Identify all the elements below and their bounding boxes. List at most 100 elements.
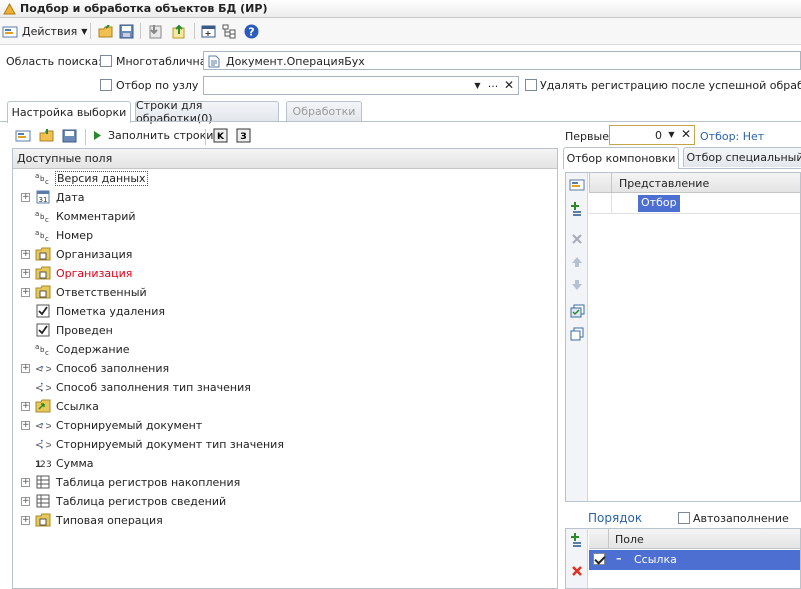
add-order-button[interactable] <box>568 531 586 549</box>
svg-text:>: > <box>45 383 51 394</box>
query-builder-icon: З <box>236 128 251 143</box>
export-button[interactable] <box>170 23 187 40</box>
expand-icon[interactable]: + <box>21 402 30 411</box>
field-tree-item[interactable]: + <? > Сторнируемый документ <box>13 416 553 435</box>
node-filter-checkbox[interactable] <box>100 79 112 91</box>
available-fields-header-label: Доступные поля <box>17 152 113 165</box>
abc-icon: abc <box>35 341 51 357</box>
dropdown-arrow-icon[interactable]: ▼ <box>471 79 484 92</box>
save-button[interactable] <box>118 23 135 40</box>
field-tree-item[interactable]: Пометка удаления <box>13 302 553 321</box>
expand-icon[interactable]: + <box>21 364 30 373</box>
expand-icon[interactable]: + <box>21 269 30 278</box>
order-grid-row[interactable]: – Ссылка <box>589 550 800 570</box>
new-window-button[interactable] <box>200 23 217 40</box>
copy-filter-button[interactable] <box>568 325 586 343</box>
query-builder-button[interactable]: З <box>235 127 252 144</box>
field-tree-item[interactable]: + Организация <box>13 264 553 283</box>
dropdown-arrow-icon[interactable]: ▼ <box>665 128 678 142</box>
expand-icon[interactable]: + <box>21 478 30 487</box>
expand-icon[interactable]: + <box>21 288 30 297</box>
help-button[interactable]: ? <box>243 23 260 40</box>
delete-registration-checkbox[interactable] <box>525 79 537 91</box>
field-tree-item[interactable]: a b c Комментарий <box>13 207 553 226</box>
auto-fill-checkbox[interactable] <box>678 512 690 524</box>
reference-icon <box>35 512 51 528</box>
svg-text:•: • <box>40 381 44 388</box>
actions-menu-button[interactable]: Действия ▼ <box>2 22 87 41</box>
load-settings-button[interactable] <box>38 127 55 144</box>
group-filter-button[interactable] <box>568 302 586 320</box>
field-tree-item[interactable]: + <? > Способ заполнения <box>13 359 553 378</box>
field-tree-item[interactable]: + Таблица регистров накопления <box>13 473 553 492</box>
field-tree-item[interactable]: a b c Содержание <box>13 340 553 359</box>
clear-icon[interactable]: ✕ <box>502 78 516 93</box>
query-console-button[interactable]: K <box>212 127 229 144</box>
clear-icon[interactable]: ✕ <box>679 127 693 142</box>
tab-special-filter[interactable]: Отбор специальный <box>683 147 801 167</box>
order-row-checkbox[interactable] <box>593 553 605 565</box>
svg-text:a: a <box>35 343 39 351</box>
expand-icon[interactable]: + <box>21 250 30 259</box>
representation-column-header: Представление <box>619 177 710 190</box>
expand-icon[interactable]: + <box>21 497 30 506</box>
svg-text:?: ? <box>40 365 44 373</box>
folder-open-icon <box>98 24 112 37</box>
expand-icon[interactable]: + <box>21 421 30 430</box>
field-tree-item[interactable]: + Ссылка <box>13 397 553 416</box>
field-tree-item[interactable]: a b c Номер <box>13 226 553 245</box>
node-filter-field[interactable]: ▼ ... ✕ <box>203 76 519 95</box>
field-tree-item[interactable]: a b c Версия данных <box>13 169 553 188</box>
move-up-button[interactable] <box>568 253 586 271</box>
first-count-field[interactable]: 0 ▼ ✕ <box>609 125 695 145</box>
group-icon <box>570 304 584 318</box>
save-settings-button[interactable] <box>61 127 78 144</box>
select-ellipsis-button[interactable]: ... <box>485 78 501 93</box>
field-tree-item[interactable]: + Типовая операция <box>13 511 553 530</box>
calendar-icon: 31 <box>35 189 51 205</box>
delete-order-button[interactable] <box>568 562 586 580</box>
expand-icon[interactable]: + <box>21 516 30 525</box>
filter-settings-button[interactable] <box>568 176 586 194</box>
chevron-down-icon: ▼ <box>81 27 88 36</box>
tab-composition-filter[interactable]: Отбор компоновки <box>563 147 679 169</box>
svg-text:•: • <box>40 388 44 394</box>
field-tree-item[interactable]: < • • > Сторнируемый документ тип значения <box>13 435 553 454</box>
tab-selection-settings[interactable]: Настройка выборки <box>7 101 131 123</box>
load-button[interactable] <box>147 23 164 40</box>
open-folder-button[interactable] <box>97 23 114 40</box>
field-tree-item-label: Пометка удаления <box>56 305 165 318</box>
delete-filter-button[interactable] <box>568 230 586 248</box>
export-icon <box>172 24 184 39</box>
toolbar-divider <box>85 129 86 145</box>
filter-grid-row[interactable]: Отбор <box>589 193 800 214</box>
move-down-button[interactable] <box>568 276 586 294</box>
filter-grid-header: Представление <box>589 173 800 193</box>
field-tree-item[interactable]: 1 2 3 Сумма <box>13 454 553 473</box>
import-icon <box>149 25 161 39</box>
field-tree-item-label: Таблица регистров накопления <box>56 476 241 489</box>
expand-icon[interactable]: + <box>21 193 30 202</box>
settings-button[interactable] <box>14 127 31 144</box>
field-tree-item[interactable]: Проведен <box>13 321 553 340</box>
field-tree-item[interactable]: < • • > Способ заполнения тип значения <box>13 378 553 397</box>
field-tree-item[interactable]: + Ответственный <box>13 283 553 302</box>
field-tree-item[interactable]: + Таблица регистров сведений <box>13 492 553 511</box>
multi-table-checkbox[interactable] <box>100 55 112 67</box>
order-grid-header: Поле <box>589 529 800 549</box>
tab-processing[interactable]: Обработки <box>286 101 362 121</box>
tab-rows-to-process[interactable]: Строки для обработки(0) <box>135 99 279 125</box>
object-field[interactable]: Документ.ОперацияБух <box>203 51 801 70</box>
fill-rows-button[interactable]: Заполнить строки <box>93 127 213 144</box>
filter-status-link[interactable]: Отбор: Нет <box>700 130 764 143</box>
first-count-value: 0 <box>655 129 662 142</box>
field-tree-item-label: Комментарий <box>56 210 136 223</box>
tree-button[interactable] <box>221 23 238 40</box>
filter-root-node[interactable]: Отбор <box>638 195 680 212</box>
add-filter-button[interactable] <box>568 200 586 218</box>
field-tree-item[interactable]: + Организация <box>13 245 553 264</box>
svg-text:•: • <box>40 438 44 445</box>
checkbox-icon <box>35 303 51 319</box>
field-tree-item[interactable]: +31 Дата <box>13 188 553 207</box>
field-tree-item-label: Таблица регистров сведений <box>56 495 227 508</box>
